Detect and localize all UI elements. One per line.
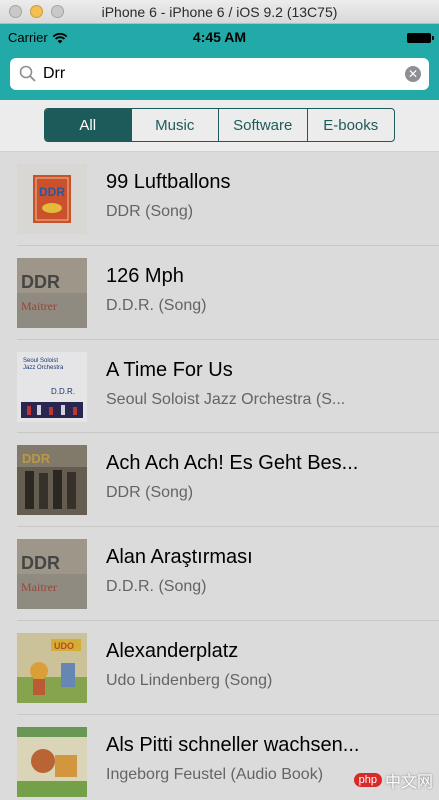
svg-text:D.D.R.: D.D.R.: [51, 387, 75, 396]
album-artwork: DDR Maitrer: [17, 539, 87, 610]
result-title: Ach Ach Ach! Es Geht Bes...: [106, 452, 359, 475]
result-subtitle: D.D.R. (Song): [106, 296, 207, 314]
media-type-segmented-control: All Music Software E-books: [44, 108, 395, 142]
result-title: 126 Mph: [106, 264, 184, 287]
svg-text:Jazz Orchestra: Jazz Orchestra: [23, 365, 64, 371]
result-row[interactable]: DDR Maitrer Alan Araştırması D.D.R. (Son…: [17, 527, 439, 621]
segment-software[interactable]: Software: [218, 109, 307, 141]
search-icon: [19, 65, 36, 82]
svg-text:DDR: DDR: [39, 185, 65, 199]
svg-text:DDR: DDR: [21, 553, 60, 573]
result-subtitle: DDR (Song): [106, 484, 194, 502]
album-artwork: UDO: [17, 632, 87, 703]
watermark: php 中文网: [353, 768, 433, 792]
result-title: 99 Luftballons: [106, 171, 231, 193]
search-bar[interactable]: ✕: [10, 58, 429, 90]
clear-search-icon[interactable]: ✕: [405, 66, 421, 82]
svg-text:DDR: DDR: [22, 451, 51, 466]
simulator-title-bar: iPhone 6 - iPhone 6 / iOS 9.2 (13C75): [0, 0, 439, 24]
result-title: Alan Araştırması: [106, 546, 253, 569]
status-bar: Carrier 4:45 AM: [0, 24, 439, 50]
result-title: A Time For Us: [106, 358, 233, 381]
segment-ebooks[interactable]: E-books: [306, 109, 395, 141]
result-row[interactable]: DDR 99 Luftballons DDR (Song): [17, 152, 439, 246]
result-subtitle: Ingeborg Feustel (Audio Book): [106, 765, 324, 783]
watermark-text: 中文网: [384, 774, 433, 791]
result-subtitle: Seoul Soloist Jazz Orchestra (S...: [106, 390, 346, 408]
search-header: Carrier 4:45 AM ✕: [0, 24, 439, 100]
svg-text:Maitrer: Maitrer: [21, 580, 57, 594]
album-artwork: [17, 726, 87, 797]
search-input[interactable]: [43, 65, 383, 83]
result-row[interactable]: DDR Maitrer 126 Mph D.D.R. (Song): [17, 246, 439, 340]
album-artwork: Seoul Soloist Jazz Orchestra D.D.R.: [17, 351, 87, 422]
window-title: iPhone 6 - iPhone 6 / iOS 9.2 (13C75): [101, 3, 338, 20]
result-row[interactable]: Seoul Soloist Jazz Orchestra D.D.R. A Ti…: [17, 340, 439, 434]
result-title: Alexanderplatz: [106, 639, 239, 662]
svg-text:DDR: DDR: [21, 272, 60, 292]
album-artwork: DDR Maitrer: [17, 257, 87, 328]
album-artwork: DDR: [17, 164, 87, 234]
segment-all[interactable]: All: [45, 109, 131, 141]
svg-text:UDO: UDO: [54, 641, 74, 651]
search-results-list[interactable]: DDR 99 Luftballons DDR (Song) DDR Maitre…: [0, 152, 439, 800]
battery-icon: [407, 33, 434, 43]
watermark-badge: php: [353, 773, 382, 787]
album-artwork: DDR: [17, 445, 87, 516]
svg-text:Seoul Soloist: Seoul Soloist: [23, 358, 58, 364]
svg-text:Maitrer: Maitrer: [21, 299, 57, 313]
result-row[interactable]: DDR Ach Ach Ach! Es Geht Bes... DDR (Son…: [17, 433, 439, 528]
scope-bar: All Music Software E-books: [0, 100, 439, 152]
result-row[interactable]: UDO Alexanderplatz Udo Lindenberg (Song): [17, 621, 439, 715]
segment-music[interactable]: Music: [130, 109, 219, 141]
result-subtitle: D.D.R. (Song): [106, 578, 207, 596]
status-time: 4:45 AM: [192, 29, 247, 45]
result-subtitle: DDR (Song): [106, 203, 194, 220]
result-subtitle: Udo Lindenberg (Song): [106, 671, 273, 689]
result-title: Als Pitti schneller wachsen...: [106, 733, 360, 756]
